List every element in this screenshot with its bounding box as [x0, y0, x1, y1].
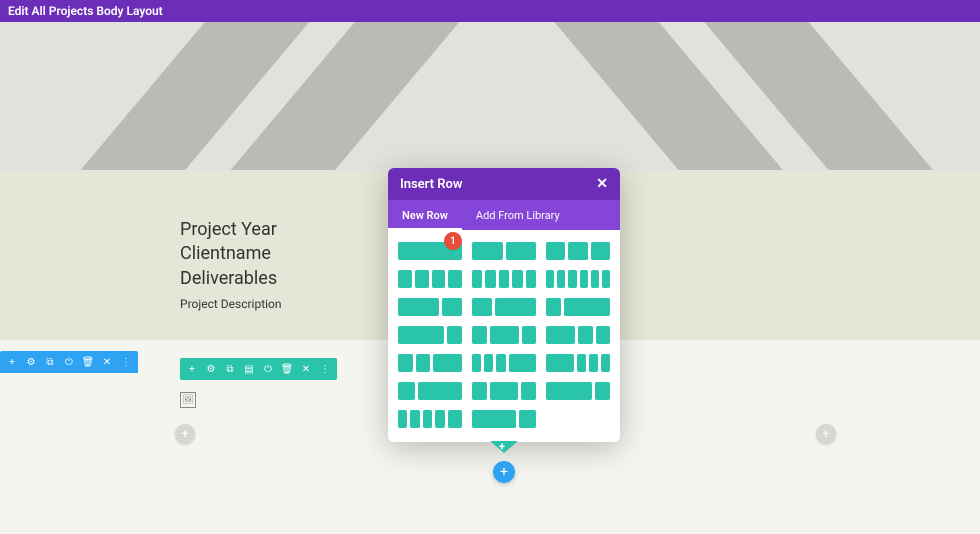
layout-2-2-bridge[interactable]	[472, 382, 536, 400]
modal-title: Insert Row	[400, 177, 463, 192]
layout-1-1-2[interactable]	[398, 354, 462, 372]
layout-3-1[interactable]	[398, 326, 462, 344]
layout-1-2[interactable]	[472, 298, 536, 316]
modal-tabs: New Row Add From Library	[388, 200, 620, 230]
section-toolbar[interactable]: + ⚙ ⧉ ⏻ 🗑 ✕ ⋮	[0, 351, 138, 373]
duplicate-icon[interactable]: ⧉	[44, 356, 56, 368]
layout-wide-narrow-2[interactable]	[472, 410, 536, 428]
power-icon[interactable]: ⏻	[63, 356, 75, 368]
project-title-block: Project Year Clientname Deliverables Pro…	[180, 218, 282, 311]
close-icon[interactable]: ✕	[300, 363, 312, 375]
add-section-button[interactable]: +	[175, 424, 195, 444]
insert-row-modal-wrap: Insert Row ✕ New Row Add From Library 1	[388, 168, 620, 483]
page-topbar: Edit All Projects Body Layout	[0, 0, 980, 22]
hero-banner	[0, 0, 980, 170]
layout-4col[interactable]	[398, 270, 462, 288]
layout-2-1-1[interactable]	[546, 326, 610, 344]
insert-row-modal: Insert Row ✕ New Row Add From Library 1	[388, 168, 620, 442]
tab-add-from-library[interactable]: Add From Library	[462, 200, 574, 230]
tab-new-row[interactable]: New Row	[388, 200, 462, 230]
layout-1-1-1-3[interactable]	[472, 354, 536, 372]
power-icon[interactable]: ⏻	[262, 363, 274, 375]
trash-icon[interactable]: 🗑	[281, 363, 293, 375]
project-client: Clientname	[180, 242, 282, 266]
add-section-button[interactable]: +	[816, 424, 836, 444]
layout-3-1-1-1[interactable]	[546, 354, 610, 372]
broken-image-icon: 🖼	[180, 392, 196, 408]
add-section-button[interactable]: +	[493, 461, 515, 483]
add-icon[interactable]: +	[6, 356, 18, 368]
modal-body: 1	[388, 230, 620, 442]
layout-wide-narrow[interactable]	[546, 382, 610, 400]
trash-icon[interactable]: 🗑	[82, 356, 94, 368]
layout-1-2-1[interactable]	[472, 326, 536, 344]
project-deliverables: Deliverables	[180, 267, 282, 291]
step-badge: 1	[444, 232, 462, 250]
layout-2-1[interactable]	[398, 298, 462, 316]
topbar-title: Edit All Projects Body Layout	[8, 4, 163, 18]
layout-3col[interactable]	[546, 242, 610, 260]
layout-6col[interactable]	[546, 270, 610, 288]
columns-icon[interactable]: ▤	[243, 363, 255, 375]
layout-1-3-split[interactable]	[398, 382, 462, 400]
close-icon[interactable]: ✕	[101, 356, 113, 368]
settings-icon[interactable]: ⚙	[205, 363, 217, 375]
project-year: Project Year	[180, 218, 282, 242]
modal-header: Insert Row ✕	[388, 168, 620, 200]
add-icon[interactable]: +	[186, 363, 198, 375]
lower-strip	[0, 515, 980, 534]
project-description: Project Description	[180, 297, 282, 311]
layout-1-3[interactable]	[546, 298, 610, 316]
empty-slot	[546, 410, 610, 428]
modal-close-icon[interactable]: ✕	[596, 176, 608, 192]
layout-4narrow-wide[interactable]	[398, 410, 462, 428]
settings-icon[interactable]: ⚙	[25, 356, 37, 368]
layout-2col[interactable]	[472, 242, 536, 260]
layout-5col[interactable]	[472, 270, 536, 288]
add-row-caret[interactable]	[490, 441, 518, 453]
row-toolbar[interactable]: + ⚙ ⧉ ▤ ⏻ 🗑 ✕ ⋮	[180, 358, 337, 380]
more-icon[interactable]: ⋮	[319, 363, 331, 375]
duplicate-icon[interactable]: ⧉	[224, 363, 236, 375]
more-icon[interactable]: ⋮	[120, 356, 132, 368]
